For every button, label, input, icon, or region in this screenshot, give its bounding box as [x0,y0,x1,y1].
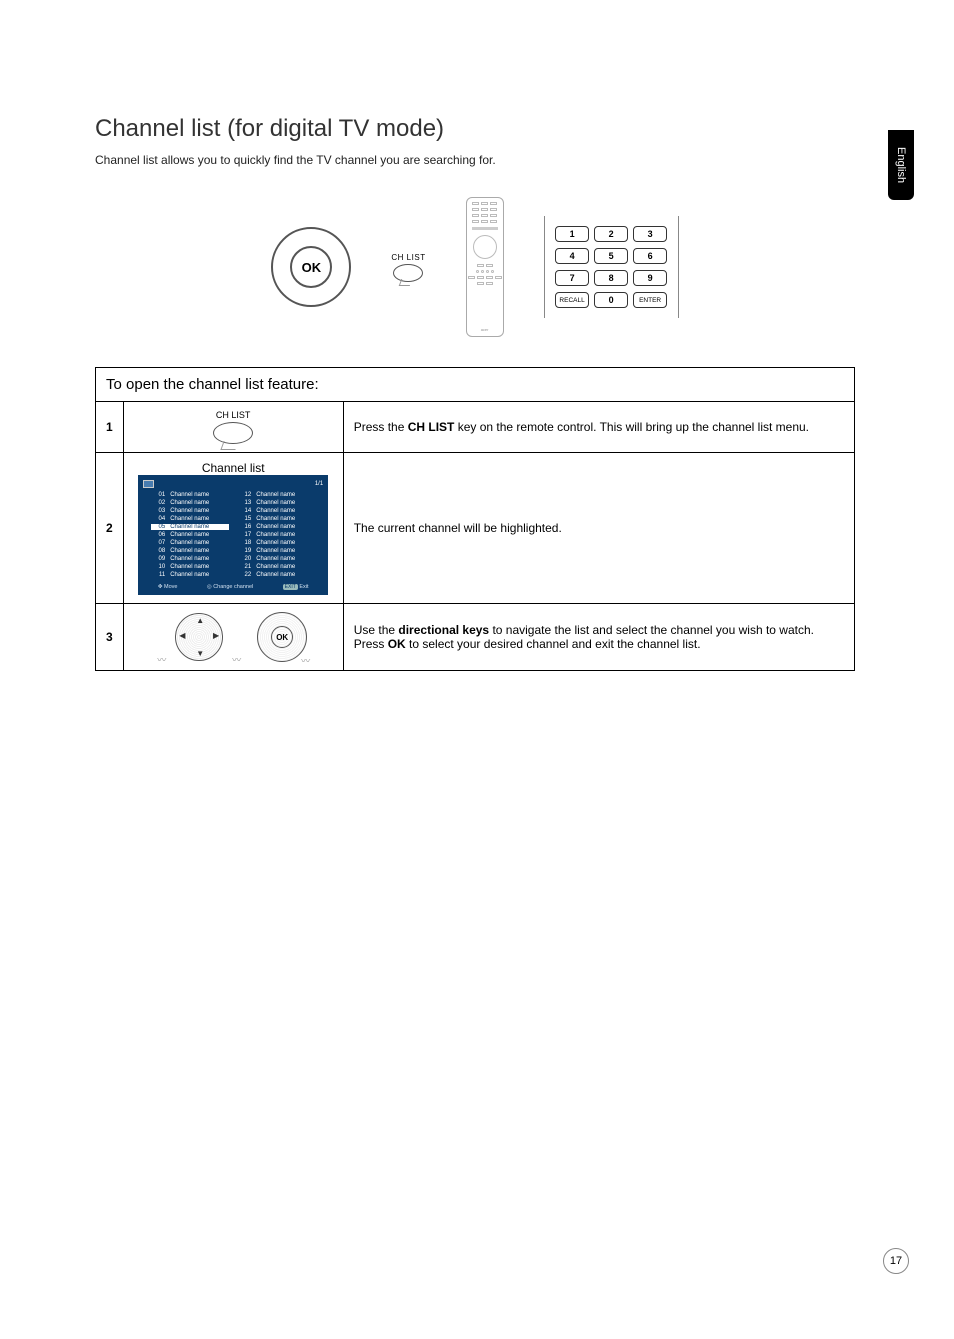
table-row: 3 ▲ ▼ ◀ ▶ 〰〰 OK 〰 [96,604,855,671]
step-figure: Channel list 1/1 01Channel name 02Channel… [123,453,343,604]
keypad-panel: 1 2 3 4 5 6 7 8 9 RECALL 0 ENTER [544,216,679,318]
channel-row: 02Channel name [151,500,229,506]
key-3: 3 [633,226,667,242]
step-description: The current channel will be highlighted. [343,453,854,604]
ok-button-label: OK [290,246,332,288]
step-number: 1 [96,402,124,453]
intro-text: Channel list allows you to quickly find … [95,153,855,167]
arrow-left-icon: ◀ [179,631,185,640]
key-5: 5 [594,248,628,264]
oval-button-icon [213,422,253,444]
table-row: 2 Channel list 1/1 01Channel name 02Chann… [96,453,855,604]
channel-column-1: 01Channel name 02Channel name 03Channel na… [151,492,229,578]
key-recall: RECALL [555,292,589,308]
key-1: 1 [555,226,589,242]
top-figure: OK CH LIST acer 1 2 3 4 [95,197,855,337]
table-row: 1 CH LIST Press the CH LIST key on the r… [96,402,855,453]
channel-row: 10Channel name [151,564,229,570]
channel-row: 20Channel name [237,556,315,562]
channel-row: 22Channel name [237,572,315,578]
channel-row: 15Channel name [237,516,315,522]
step-description: Use the directional keys to navigate the… [343,604,854,671]
oval-button-icon [393,264,423,282]
chlist-label: CH LIST [391,253,425,262]
ok-ring-icon: OK 〰 [257,612,307,662]
channel-row: 03Channel name [151,508,229,514]
channel-row: 18Channel name [237,540,315,546]
key-2: 2 [594,226,628,242]
language-label: English [895,147,907,183]
language-tab: English [888,130,914,200]
footer-exit: EXIT Exit [283,584,309,590]
channel-row: 01Channel name [151,492,229,498]
tv-icon [143,480,154,488]
channel-row: 04Channel name [151,516,229,522]
channel-row: 05Channel name [151,524,229,530]
table-header: To open the channel list feature: [96,368,855,402]
footer-move: ✥ Move [158,584,178,590]
channel-row: 08Channel name [151,548,229,554]
key-0: 0 [594,292,628,308]
chlist-label: CH LIST [134,410,333,420]
page-title: Channel list (for digital TV mode) [95,115,855,143]
remote-outline-icon: acer [466,197,504,337]
step-figure: CH LIST [123,402,343,453]
steps-table: To open the channel list feature: 1 CH L… [95,367,855,671]
channel-row: 16Channel name [237,524,315,530]
channel-row: 17Channel name [237,532,315,538]
page-content: Channel list (for digital TV mode) Chann… [95,115,855,671]
key-enter: ENTER [633,292,667,308]
page-indicator: 1/1 [315,481,323,487]
step-number: 2 [96,453,124,604]
ok-ring-icon: OK [271,227,351,307]
channel-row: 07Channel name [151,540,229,546]
ok-label: OK [271,626,293,648]
channel-row: 06Channel name [151,532,229,538]
watermark-text: Channel list [134,461,333,475]
chlist-button-icon: CH LIST [134,410,333,444]
channel-column-2: 12Channel name 13Channel name 14Channel na… [237,492,315,578]
page-number: 17 [890,1255,902,1267]
key-8: 8 [594,270,628,286]
arrow-right-icon: ▶ [213,631,219,640]
key-4: 4 [555,248,589,264]
channel-row: 21Channel name [237,564,315,570]
channel-row: 19Channel name [237,548,315,554]
arrow-down-icon: ▼ [196,649,204,658]
chlist-button-icon: CH LIST [391,253,425,282]
step-number: 3 [96,604,124,671]
dpad-icon: ▲ ▼ ◀ ▶ 〰〰 [159,613,239,661]
step-description: Press the CH LIST key on the remote cont… [343,402,854,453]
channel-row: 13Channel name [237,500,315,506]
channel-list-screen: 1/1 01Channel name 02Channel name 03Channe… [138,475,328,595]
channel-row: 09Channel name [151,556,229,562]
key-7: 7 [555,270,589,286]
remote-brand: acer [481,327,489,332]
page-number-badge: 17 [883,1248,909,1274]
key-6: 6 [633,248,667,264]
footer-change: ◎ Change channel [207,584,253,590]
key-9: 9 [633,270,667,286]
channel-row: 11Channel name [151,572,229,578]
arrow-up-icon: ▲ [196,616,204,625]
channel-row: 14Channel name [237,508,315,514]
channel-row: 12Channel name [237,492,315,498]
step-figure: ▲ ▼ ◀ ▶ 〰〰 OK 〰 [123,604,343,671]
